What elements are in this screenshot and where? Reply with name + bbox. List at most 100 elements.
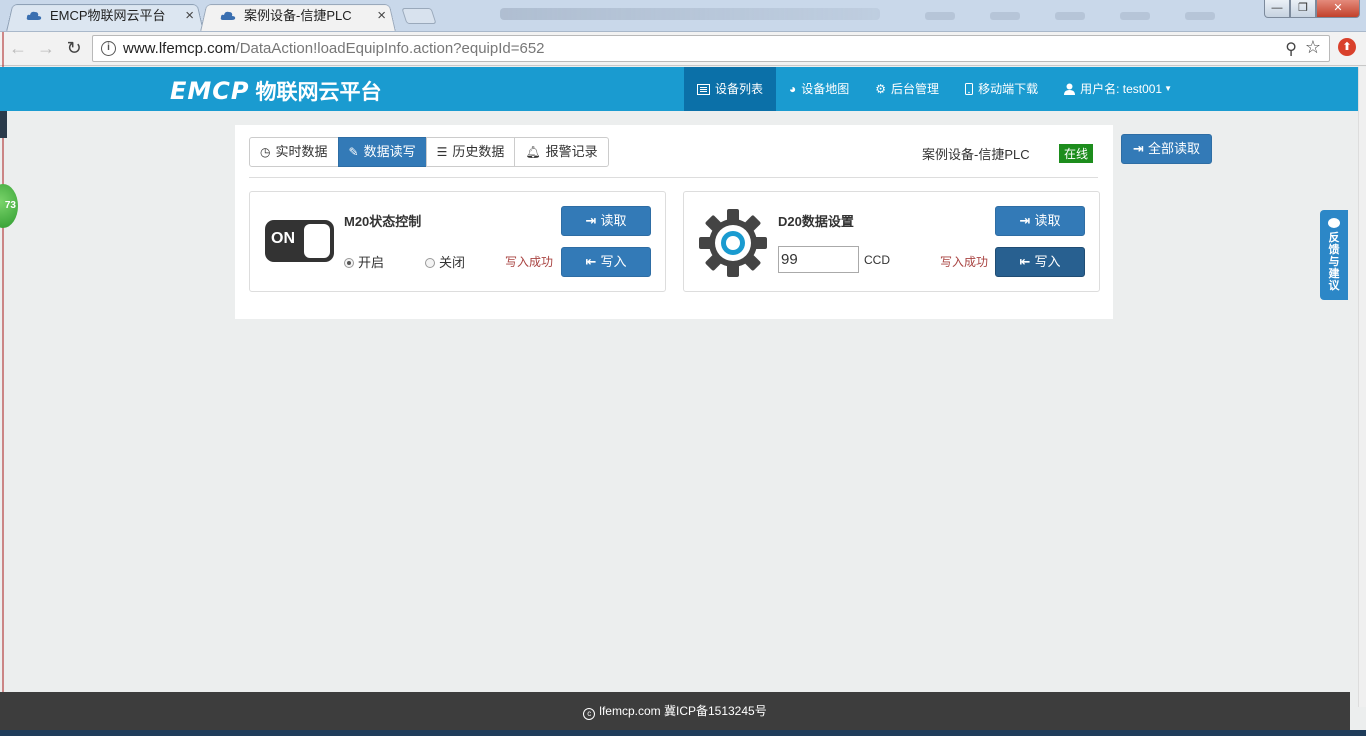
feedback-label: 反馈与建议 (1328, 232, 1340, 292)
device-name: 案例设备-信捷PLC (922, 147, 1030, 162)
sign-out-icon: ⇥ (1019, 213, 1031, 228)
nav-label: 后台管理 (891, 82, 940, 96)
maximize-button[interactable]: ❐ (1290, 0, 1316, 18)
window-controls: — ❐ ✕ (1264, 0, 1360, 18)
user-icon (1064, 83, 1076, 95)
radio-dot (425, 258, 435, 268)
mobile-icon (965, 83, 974, 95)
url-text[interactable]: www.lfemcp.com/DataAction!loadEquipInfo.… (123, 40, 545, 57)
copyright-icon: c (583, 708, 596, 720)
d20-value-input[interactable] (778, 246, 859, 273)
tab-close-icon[interactable]: × (377, 2, 386, 30)
tab-alarm-records[interactable]: 🔔︎ 报警记录 (514, 137, 609, 167)
back-arrow-icon[interactable]: ← (6, 37, 30, 61)
extension-icon[interactable]: ⬆ (1338, 38, 1356, 56)
site-logo[interactable]: EMCP 物联网云平台 (170, 76, 381, 106)
card-title: M20状态控制 (344, 214, 422, 229)
zoom-icon[interactable]: ⚲ (1285, 39, 1297, 59)
comment-icon (1328, 218, 1340, 228)
tab-label: 数据读写 (363, 144, 416, 159)
tab-label: 实时数据 (275, 144, 328, 159)
unit-label: CCD (864, 253, 890, 267)
site-header: EMCP 物联网云平台 设备列表 ◕ 设备地图 ⚙ 后台管理 移动端下载 用户名:… (0, 67, 1358, 111)
main-nav: 设备列表 ◕ 设备地图 ⚙ 后台管理 移动端下载 用户名: test001 ▼ (684, 67, 1185, 111)
feedback-tab[interactable]: 反馈与建议 (1320, 210, 1348, 300)
d20-setting-card: D20数据设置 CCD 写入成功 ⇥读取 ⇤写入 (683, 191, 1100, 292)
device-panel: ◷ 实时数据 ✎ 数据读写 ☰ 历史数据 🔔︎ 报警记录 案例设备-信捷PLC 在线 O… (235, 125, 1113, 319)
read-button[interactable]: ⇥ 读取 (561, 206, 651, 236)
tab-realtime-data[interactable]: ◷ 实时数据 (249, 137, 339, 167)
url-host: www.lfemcp.com (123, 40, 236, 57)
pencil-icon: ✎ (348, 145, 359, 159)
nav-label: 移动端下载 (978, 82, 1039, 96)
logo-cn: 物联网云平台 (255, 81, 382, 104)
sign-in-icon: ⇤ (1019, 254, 1031, 269)
floating-ball[interactable]: 73 (0, 184, 18, 228)
caret-down-icon: ▼ (1164, 84, 1173, 93)
button-label: 读取 (1034, 213, 1061, 228)
nav-device-map[interactable]: ◕ 设备地图 (776, 67, 862, 111)
cloud-favicon-icon (220, 11, 236, 20)
forward-arrow-icon[interactable]: → (34, 37, 58, 61)
tab-label: 历史数据 (452, 144, 505, 159)
sign-out-icon: ⇥ (585, 213, 597, 228)
tab-title: 案例设备-信捷PLC (244, 8, 352, 23)
tab-data-read-write[interactable]: ✎ 数据读写 (337, 137, 427, 167)
footer-text: lfemcp.com 冀ICP备1513245号 (599, 704, 767, 718)
url-path: /DataAction!loadEquipInfo.action?equipId… (235, 40, 545, 57)
blur-chunk (990, 12, 1020, 20)
radio-dot-checked (344, 258, 354, 268)
nav-label: 设备列表 (715, 82, 764, 96)
radio-on[interactable]: 开启 (344, 252, 384, 271)
gears-icon: ⚙ (875, 82, 887, 96)
nav-admin[interactable]: ⚙ 后台管理 (862, 67, 952, 111)
page-scrollbar[interactable] (1358, 67, 1366, 707)
button-label: 全部读取 (1147, 141, 1200, 156)
nav-user-menu[interactable]: 用户名: test001 ▼ (1051, 67, 1185, 111)
radio-label: 开启 (358, 255, 385, 270)
globe-icon: ◕ (789, 82, 797, 96)
logo-latin: EMCP (170, 77, 250, 105)
address-bar[interactable]: i www.lfemcp.com/DataAction!loadEquipInf… (92, 35, 1330, 62)
blur-chunk (1120, 12, 1150, 20)
new-tab-button[interactable] (401, 8, 437, 24)
nav-device-list[interactable]: 设备列表 (684, 67, 777, 111)
switch-knob (304, 224, 330, 258)
info-icon[interactable]: i (101, 41, 116, 56)
window-title-blur (500, 8, 880, 20)
read-all-button[interactable]: ⇥ 全部读取 (1121, 134, 1212, 164)
gear-icon (699, 209, 767, 277)
clock-icon: ◷ (260, 145, 271, 159)
blur-chunk (1055, 12, 1085, 20)
nav-label: 用户名: test001 (1080, 82, 1163, 96)
list-icon: ☰ (436, 145, 448, 159)
write-button[interactable]: ⇤ 写入 (561, 247, 651, 277)
m20-control-card: ON M20状态控制 开启 关闭 写入成功 ⇥ 读取 ⇤ 写入 (249, 191, 666, 292)
close-window-button[interactable]: ✕ (1316, 0, 1360, 18)
write-button[interactable]: ⇤ 写入 (995, 247, 1085, 277)
browser-tab[interactable]: EMCP物联网云平台 × (6, 2, 204, 31)
bell-icon: 🔔︎ (525, 145, 541, 159)
nav-mobile-download[interactable]: 移动端下载 (952, 67, 1051, 111)
tab-title: EMCP物联网云平台 (50, 8, 166, 23)
nav-label: 设备地图 (801, 82, 850, 96)
write-status: 写入成功 (505, 255, 554, 269)
sign-out-icon: ⇥ (1133, 141, 1144, 156)
list-icon (697, 83, 710, 95)
read-button[interactable]: ⇥ 读取 (995, 206, 1085, 236)
tab-close-icon[interactable]: × (185, 2, 194, 30)
blur-chunk (925, 12, 955, 20)
card-title: D20数据设置 (778, 214, 854, 229)
bookmark-star-icon[interactable]: ☆ (1305, 37, 1321, 58)
reload-icon[interactable]: ↻ (62, 37, 86, 61)
radio-off[interactable]: 关闭 (425, 252, 465, 271)
tab-history-data[interactable]: ☰ 历史数据 (425, 137, 516, 167)
browser-toolbar: ← → ↻ i www.lfemcp.com/DataAction!loadEq… (0, 32, 1366, 66)
minimize-button[interactable]: — (1264, 0, 1290, 18)
browser-tab-bar: EMCP物联网云平台 × 案例设备-信捷PLC × — ❐ ✕ (0, 0, 1366, 32)
os-taskbar (0, 730, 1366, 736)
browser-tab-active[interactable]: 案例设备-信捷PLC × (200, 2, 396, 31)
blur-chunk (1185, 12, 1215, 20)
button-label: 读取 (600, 213, 627, 228)
data-tabs: ◷ 实时数据 ✎ 数据读写 ☰ 历史数据 🔔︎ 报警记录 (249, 137, 609, 167)
